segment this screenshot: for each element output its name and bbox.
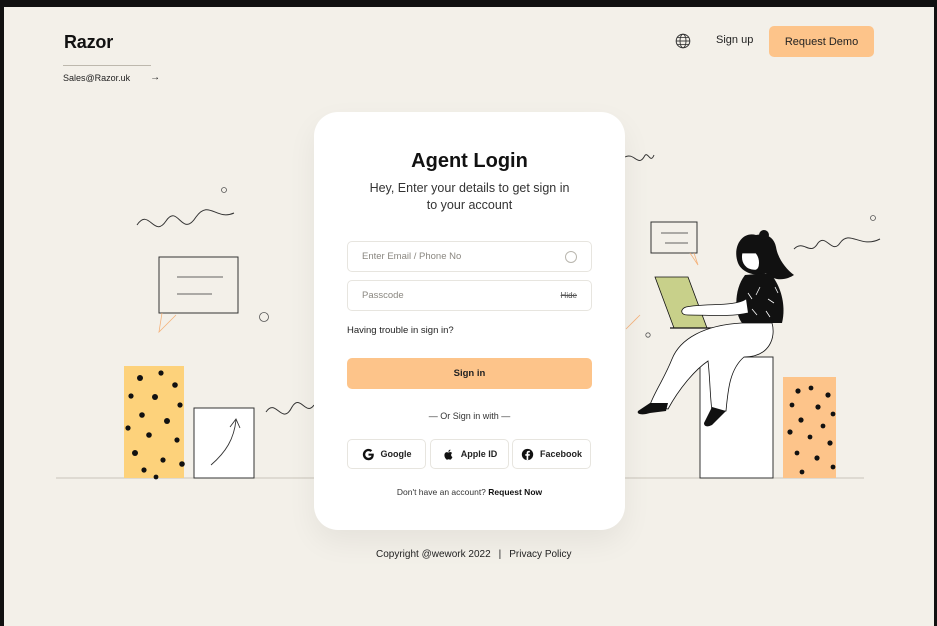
request-now-link[interactable]: Request Now bbox=[488, 487, 542, 497]
facebook-label: Facebook bbox=[539, 449, 582, 459]
login-card: Agent Login Hey, Enter your details to g… bbox=[314, 112, 625, 530]
no-account-line: Don't have an account? Request Now bbox=[314, 487, 625, 497]
passcode-input[interactable] bbox=[362, 290, 561, 301]
sign-up-link[interactable]: Sign up bbox=[716, 34, 753, 46]
sign-in-button[interactable]: Sign in bbox=[347, 358, 592, 389]
trouble-signin-link[interactable]: Having trouble in sign in? bbox=[347, 325, 454, 336]
squiggle-left bbox=[136, 209, 235, 228]
google-label: Google bbox=[380, 449, 412, 459]
globe-icon[interactable] bbox=[675, 33, 691, 49]
google-signin-button[interactable]: Google bbox=[347, 439, 426, 469]
passcode-field-wrapper: Hide bbox=[347, 280, 592, 311]
or-sign-in-with: — Or Sign in with — bbox=[428, 411, 511, 421]
chat-box-left bbox=[158, 256, 239, 314]
email-field-wrapper bbox=[347, 241, 592, 272]
dotted-tower-right bbox=[783, 377, 836, 478]
footer-separator: | bbox=[498, 549, 502, 560]
page: Razor Sales@Razor.uk → Sign up Request D… bbox=[4, 7, 934, 626]
logo-divider bbox=[63, 65, 151, 66]
footer: Copyright @wework 2022 | Privacy Policy bbox=[376, 549, 572, 560]
brand-logo[interactable]: Razor bbox=[64, 32, 113, 53]
facebook-signin-button[interactable]: Facebook bbox=[512, 439, 591, 469]
apple-icon bbox=[444, 449, 453, 460]
google-icon bbox=[362, 448, 374, 460]
chat-box-right bbox=[650, 221, 698, 254]
facebook-icon bbox=[521, 448, 534, 460]
apple-signin-button[interactable]: Apple ID bbox=[430, 439, 509, 469]
login-title: Agent Login bbox=[411, 150, 528, 172]
hide-password-toggle[interactable]: Hide bbox=[561, 291, 577, 300]
copyright-text: Copyright @wework 2022 bbox=[376, 549, 491, 560]
no-account-text: Don't have an account? bbox=[396, 487, 486, 497]
login-subtitle: Hey, Enter your details to get sign in t… bbox=[369, 181, 570, 212]
arrow-box bbox=[193, 407, 255, 479]
email-link[interactable]: Sales@Razor.uk → bbox=[63, 72, 160, 83]
apple-label: Apple ID bbox=[460, 449, 498, 459]
squiggle-right bbox=[793, 237, 881, 250]
email-input[interactable] bbox=[362, 251, 565, 262]
arrow-right-icon: → bbox=[150, 72, 161, 83]
email-text: Sales@Razor.uk bbox=[63, 72, 131, 83]
privacy-policy-link[interactable]: Privacy Policy bbox=[509, 549, 571, 560]
request-demo-button[interactable]: Request Demo bbox=[769, 26, 874, 57]
radio-circle-icon[interactable] bbox=[565, 250, 577, 263]
